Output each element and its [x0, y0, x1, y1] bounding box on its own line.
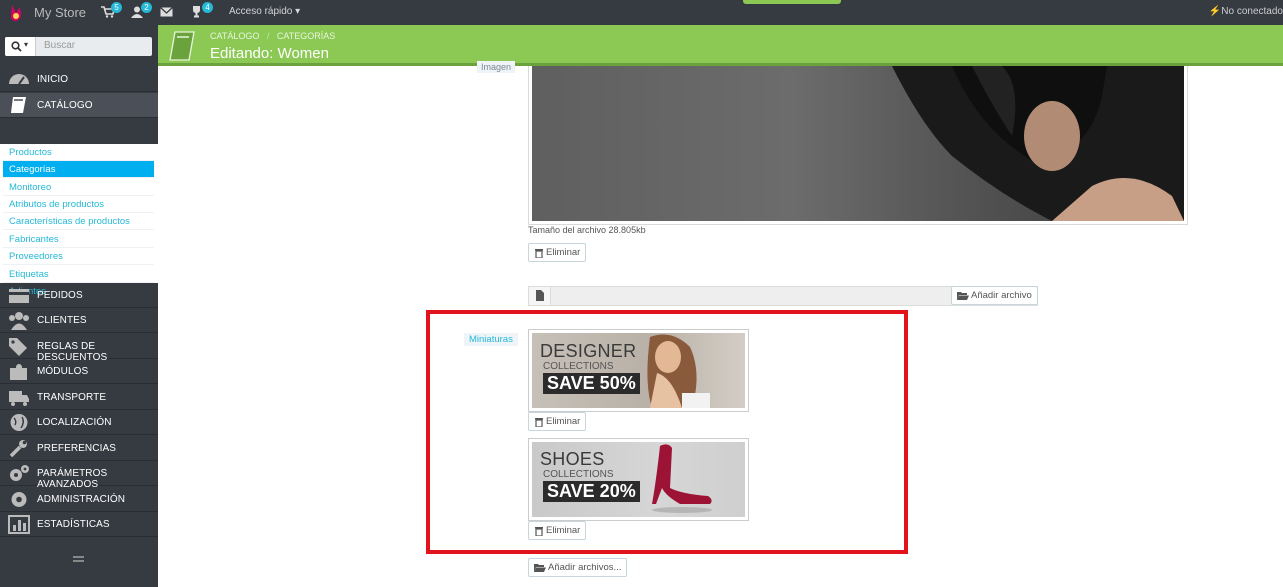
- add-files-label: Añadir archivos...: [548, 562, 622, 573]
- breadcrumb: CATÁLOGO / CATEGORÍAS: [210, 31, 335, 41]
- search-input[interactable]: Buscar: [44, 40, 75, 51]
- tags-icon: [9, 338, 27, 356]
- sidebar-item-label: TRANSPORTE: [37, 392, 107, 403]
- sidebar-item-label: ADMINISTRACIÓN: [37, 494, 126, 505]
- customers-badge: 2: [141, 2, 152, 13]
- sidebar-item-transporte[interactable]: TRANSPORTE: [0, 385, 158, 410]
- cog-icon: [11, 492, 27, 507]
- sidebar-item-catalogo[interactable]: CATÁLOGO: [0, 93, 158, 118]
- sidebar-item-label: MÓDULOS: [37, 366, 89, 377]
- submenu-item-productos[interactable]: Productos: [3, 144, 154, 161]
- image-field-label: Imagen: [477, 61, 516, 73]
- caret-down-icon: ▾: [295, 6, 301, 17]
- folder-open-icon: [534, 564, 546, 572]
- sidebar-item-label: INICIO: [37, 74, 69, 85]
- sidebar-item-clientes[interactable]: CLIENTES: [0, 308, 158, 333]
- cogs-icon: [10, 465, 29, 481]
- delete-label: Eliminar: [546, 247, 581, 258]
- sidebar-item-label: PEDIDOS: [37, 290, 83, 301]
- sidebar-item-label: LOCALIZACIÓN: [37, 417, 112, 428]
- quick-access-menu[interactable]: Acceso rápido ▾: [229, 6, 300, 17]
- file-size-text: Tamaño del archivo 28.805kb: [528, 225, 646, 235]
- sidebar-item-label: ESTADÍSTICAS: [37, 519, 110, 530]
- highlight-box: [426, 310, 908, 554]
- submenu-item-categorias[interactable]: Categorías: [3, 161, 154, 178]
- submenu-item-fabricantes[interactable]: Fabricantes: [3, 231, 154, 248]
- sidebar-item-modulos[interactable]: MÓDULOS: [0, 359, 158, 384]
- breadcrumb-catalogo[interactable]: CATÁLOGO: [210, 31, 259, 41]
- add-files-button[interactable]: Añadir archivos...: [528, 558, 628, 577]
- file-icon: [536, 290, 544, 301]
- wrench-icon: [9, 440, 27, 458]
- sidebar-item-pedidos[interactable]: PEDIDOS: [0, 283, 158, 308]
- woman-photo-illustration: [892, 66, 1184, 221]
- category-image-frame: [528, 66, 1188, 225]
- search-scope-button[interactable]: ▾: [5, 37, 36, 56]
- breadcrumb-categorias[interactable]: CATEGORÍAS: [277, 31, 335, 41]
- submenu-item-etiquetas[interactable]: Etiquetas: [3, 266, 154, 283]
- submenu-item-caracteristicas[interactable]: Características de productos: [3, 213, 154, 230]
- submenu-item-atributos[interactable]: Atributos de productos: [3, 196, 154, 213]
- sidebar-item-label: CLIENTES: [37, 315, 87, 326]
- add-file-button[interactable]: Añadir archivo: [951, 286, 1038, 305]
- page-title: Editando: Women: [210, 45, 329, 62]
- users-icon: [9, 312, 29, 330]
- sidebar-item-parametros[interactable]: PARÁMETROS AVANZADOS: [0, 461, 158, 490]
- page-header: CATÁLOGO / CATEGORÍAS Editando: Women: [158, 25, 1283, 66]
- sidebar: ▾ Buscar INICIO CATÁLOGO Productos Categ…: [0, 25, 158, 587]
- sidebar-item-preferencias[interactable]: PREFERENCIAS: [0, 436, 158, 461]
- envelope-icon[interactable]: [160, 6, 174, 18]
- sidebar-item-estadisticas[interactable]: ESTADÍSTICAS: [0, 512, 158, 537]
- connection-status-label: No conectado: [1221, 6, 1283, 17]
- submenu-item-proveedores[interactable]: Proveedores: [3, 248, 154, 265]
- caret-down-icon: ▾: [24, 40, 29, 49]
- connection-status[interactable]: ⚡No conectado: [1209, 6, 1283, 17]
- top-bar: My Store 5 2 4 Acceso rápido ▾ ⚡No conec…: [0, 0, 1283, 25]
- quick-access-label: Acceso rápido: [229, 6, 293, 17]
- add-file-label: Añadir archivo: [971, 290, 1032, 301]
- sidebar-item-reglas[interactable]: REGLAS DE DESCUENTOS: [0, 334, 158, 363]
- sidebar-item-label: PREFERENCIAS: [37, 443, 116, 454]
- category-image: [532, 66, 1184, 221]
- truck-icon: [9, 391, 29, 406]
- catalog-submenu: Productos Categorías Monitoreo Atributos…: [0, 144, 158, 297]
- credit-card-icon: [9, 289, 29, 303]
- sidebar-item-label: CATÁLOGO: [37, 100, 93, 111]
- sidebar-item-inicio[interactable]: INICIO: [0, 67, 158, 92]
- notification-tab[interactable]: [743, 0, 841, 4]
- store-name[interactable]: My Store: [34, 5, 86, 20]
- unplugged-icon: ⚡: [1208, 6, 1222, 17]
- dashboard-icon: [9, 74, 29, 85]
- book-icon: [11, 97, 26, 113]
- sidebar-item-localizacion[interactable]: LOCALIZACIÓN: [0, 410, 158, 435]
- puzzle-icon: [10, 364, 27, 380]
- main-content: Imagen Tamaño del archivo 28.805kb Elimi…: [158, 61, 1283, 587]
- submenu-item-monitoreo[interactable]: Monitoreo: [3, 179, 154, 196]
- prestashop-logo-icon[interactable]: [9, 4, 23, 22]
- sidebar-item-administracion[interactable]: ADMINISTRACIÓN: [0, 487, 158, 512]
- folder-open-icon: [957, 292, 969, 300]
- book-icon: [169, 31, 195, 61]
- delete-image-button[interactable]: Eliminar: [528, 243, 587, 262]
- breadcrumb-separator: /: [266, 31, 270, 41]
- trash-icon: [535, 249, 543, 258]
- trophy-badge: 4: [202, 2, 213, 13]
- sidebar-search: ▾ Buscar: [5, 37, 152, 56]
- file-icon-box: [529, 287, 551, 305]
- bar-chart-icon: [8, 515, 30, 534]
- search-icon: [11, 41, 22, 52]
- globe-icon: [10, 414, 28, 431]
- collapse-menu-icon[interactable]: [73, 555, 84, 563]
- cart-badge: 5: [111, 2, 122, 13]
